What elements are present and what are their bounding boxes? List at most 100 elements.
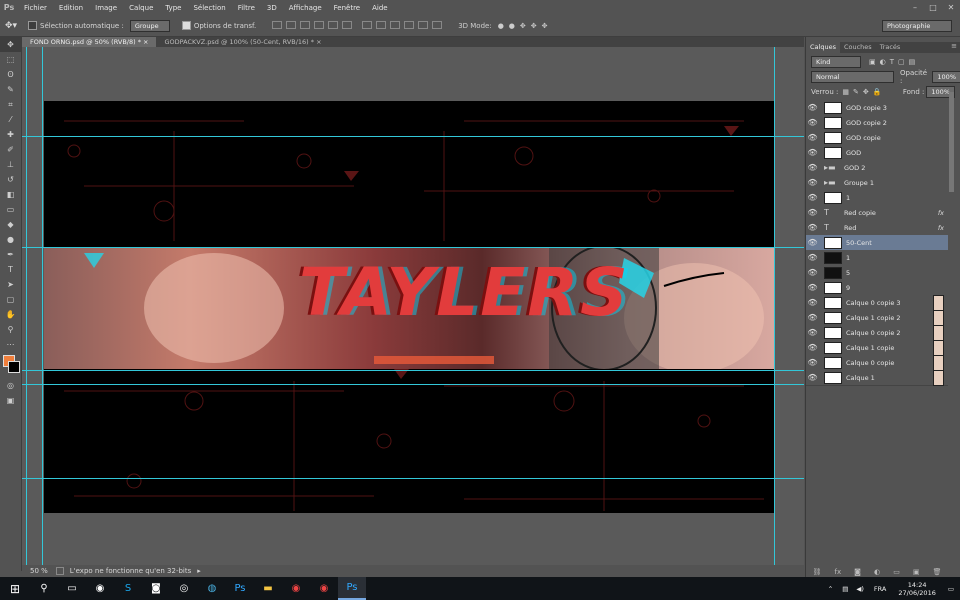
layer-mask-thumbnail[interactable] xyxy=(933,354,944,371)
distribute-bottom-icon[interactable] xyxy=(390,20,401,29)
brush-tool-icon[interactable]: ✐ xyxy=(0,142,21,157)
photoshop-active-icon[interactable]: Ps xyxy=(338,577,366,600)
dodge-tool-icon[interactable]: ● xyxy=(0,232,21,247)
layer-row[interactable]: 👁 ▸▬ GOD 2 xyxy=(806,160,948,176)
distribute-top-icon[interactable] xyxy=(362,20,373,29)
eyedropper-tool-icon[interactable]: ⁄ xyxy=(0,112,21,127)
hand-tool-icon[interactable]: ✋ xyxy=(0,307,21,322)
layer-fx-badge[interactable]: fx xyxy=(938,209,944,217)
layer-row[interactable]: 👁 Calque 1 copie 2 xyxy=(806,309,948,326)
auto-select-dropdown[interactable]: Groupe xyxy=(129,19,170,32)
visibility-eye-icon[interactable]: 👁 xyxy=(806,268,819,277)
distribute-middle-icon[interactable] xyxy=(376,20,387,29)
align-left-icon[interactable] xyxy=(314,20,325,29)
tray-chevron-icon[interactable]: ⌃ xyxy=(828,585,833,593)
visibility-eye-icon[interactable]: 👁 xyxy=(806,178,819,187)
type-tool-icon[interactable]: T xyxy=(0,262,21,277)
marquee-tool-icon[interactable]: ⬚ xyxy=(0,52,21,67)
menu-calque[interactable]: Calque xyxy=(123,4,159,12)
align-right-icon[interactable] xyxy=(342,20,353,29)
doc-tab-fond-orng[interactable]: FOND ORNG.psd @ 50% (RVB/8) * × xyxy=(22,37,157,47)
new-layer-icon[interactable]: ▣ xyxy=(913,568,920,577)
search-icon[interactable]: ⚲ xyxy=(30,577,58,600)
layer-mask-thumbnail[interactable] xyxy=(933,324,944,341)
link-layers-icon[interactable]: ⛓ xyxy=(813,568,822,577)
visibility-eye-icon[interactable]: 👁 xyxy=(806,238,819,247)
lasso-tool-icon[interactable]: ʘ xyxy=(0,67,21,82)
maximize-icon[interactable]: □ xyxy=(924,0,942,15)
blend-mode-dropdown[interactable]: Normal xyxy=(811,70,894,83)
guide-vertical[interactable] xyxy=(774,47,775,565)
close-icon[interactable]: ✕ xyxy=(942,0,960,15)
menu-fichier[interactable]: Fichier xyxy=(18,4,53,12)
menu-image[interactable]: Image xyxy=(89,4,123,12)
guide-horizontal[interactable] xyxy=(22,384,804,385)
layer-row[interactable]: 👁 GOD xyxy=(806,145,948,161)
history-brush-tool-icon[interactable]: ↺ xyxy=(0,172,21,187)
document-canvas[interactable]: TAYLERS xyxy=(44,101,774,513)
layer-row[interactable]: 👁 GOD copie 2 xyxy=(806,115,948,131)
menu-aide[interactable]: Aide xyxy=(366,4,393,12)
menu-affichage[interactable]: Affichage xyxy=(283,4,328,12)
gradient-tool-icon[interactable]: ▭ xyxy=(0,202,21,217)
status-info-icon[interactable] xyxy=(55,567,64,575)
photoshop-taskbar-icon[interactable]: Ps xyxy=(226,577,254,600)
tab-close-icon[interactable]: × xyxy=(316,38,321,46)
tab-traces[interactable]: Tracés xyxy=(876,42,905,53)
visibility-eye-icon[interactable]: 👁 xyxy=(806,148,819,157)
guide-vertical[interactable] xyxy=(42,47,43,565)
steam-icon[interactable]: ◉ xyxy=(86,577,114,600)
layer-mask-thumbnail[interactable] xyxy=(933,339,944,356)
layer-row[interactable]: 👁 T Red fx xyxy=(806,220,948,236)
status-arrow-icon[interactable]: ▸ xyxy=(197,567,201,575)
path-select-tool-icon[interactable]: ➤ xyxy=(0,277,21,292)
chrome-icon[interactable]: ◉ xyxy=(282,577,310,600)
pen-tool-icon[interactable]: ✒ xyxy=(0,247,21,262)
distribute-left-icon[interactable] xyxy=(404,20,415,29)
new-group-icon[interactable]: ▭ xyxy=(893,568,900,577)
delete-layer-icon[interactable]: 🗑 xyxy=(933,568,942,577)
visibility-eye-icon[interactable]: 👁 xyxy=(806,343,819,352)
more-tools-icon[interactable]: ⋯ xyxy=(0,337,21,352)
tab-calques[interactable]: Calques xyxy=(806,42,840,53)
task-view-icon[interactable]: ▭ xyxy=(58,577,86,600)
move-tool-icon[interactable]: ✥▾ xyxy=(0,21,22,31)
volume-icon[interactable]: ◀) xyxy=(856,585,864,593)
visibility-eye-icon[interactable]: 👁 xyxy=(806,133,819,142)
layer-row[interactable]: 👁 50-Cent xyxy=(806,235,948,251)
layer-row[interactable]: 👁 Calque 1 copie xyxy=(806,339,948,356)
language-indicator[interactable]: FRA xyxy=(874,585,886,593)
screen-mode-icon[interactable]: ▣ xyxy=(0,393,21,408)
network-icon[interactable]: ▤ xyxy=(842,585,848,593)
visibility-eye-icon[interactable]: 👁 xyxy=(806,103,819,112)
layer-row[interactable]: 👁 GOD copie 3 xyxy=(806,100,948,116)
layer-fx-badge[interactable]: fx xyxy=(938,224,944,232)
visibility-eye-icon[interactable]: 👁 xyxy=(806,253,819,262)
layer-row[interactable]: 👁 5 xyxy=(806,265,948,281)
quick-mask-icon[interactable]: ◎ xyxy=(0,378,21,393)
menu-fenetre[interactable]: Fenêtre xyxy=(328,4,366,12)
zoom-level[interactable]: 50 % xyxy=(30,567,48,575)
menu-type[interactable]: Type xyxy=(159,4,187,12)
lock-icons[interactable]: ▦✎✥🔒 xyxy=(842,88,885,96)
shape-tool-icon[interactable]: ▢ xyxy=(0,292,21,307)
app-icon[interactable]: ◍ xyxy=(198,577,226,600)
eraser-tool-icon[interactable]: ◧ xyxy=(0,187,21,202)
layer-mask-thumbnail[interactable] xyxy=(933,309,944,326)
chrome-icon-2[interactable]: ◉ xyxy=(310,577,338,600)
distribute-right-icon[interactable] xyxy=(432,20,443,29)
layer-row[interactable]: 👁 T Red copie fx xyxy=(806,205,948,221)
layer-row[interactable]: 👁 Calque 0 copie xyxy=(806,354,948,371)
layer-row[interactable]: 👁 1 xyxy=(806,250,948,266)
healing-tool-icon[interactable]: ✚ xyxy=(0,127,21,142)
doc-tab-godpack[interactable]: GODPACKVZ.psd @ 100% (50-Cent, RVB/16) *… xyxy=(156,37,329,47)
align-center-icon[interactable] xyxy=(328,20,339,29)
file-explorer-icon[interactable]: ▬ xyxy=(254,577,282,600)
filter-icons[interactable]: ▣◐T▢▤ xyxy=(869,58,919,66)
guide-horizontal[interactable] xyxy=(22,478,804,479)
skype-icon[interactable]: S xyxy=(114,577,142,600)
visibility-eye-icon[interactable]: 👁 xyxy=(806,283,819,292)
visibility-eye-icon[interactable]: 👁 xyxy=(806,358,819,367)
adjustment-layer-icon[interactable]: ◐ xyxy=(874,568,880,577)
quick-select-tool-icon[interactable]: ✎ xyxy=(0,82,21,97)
